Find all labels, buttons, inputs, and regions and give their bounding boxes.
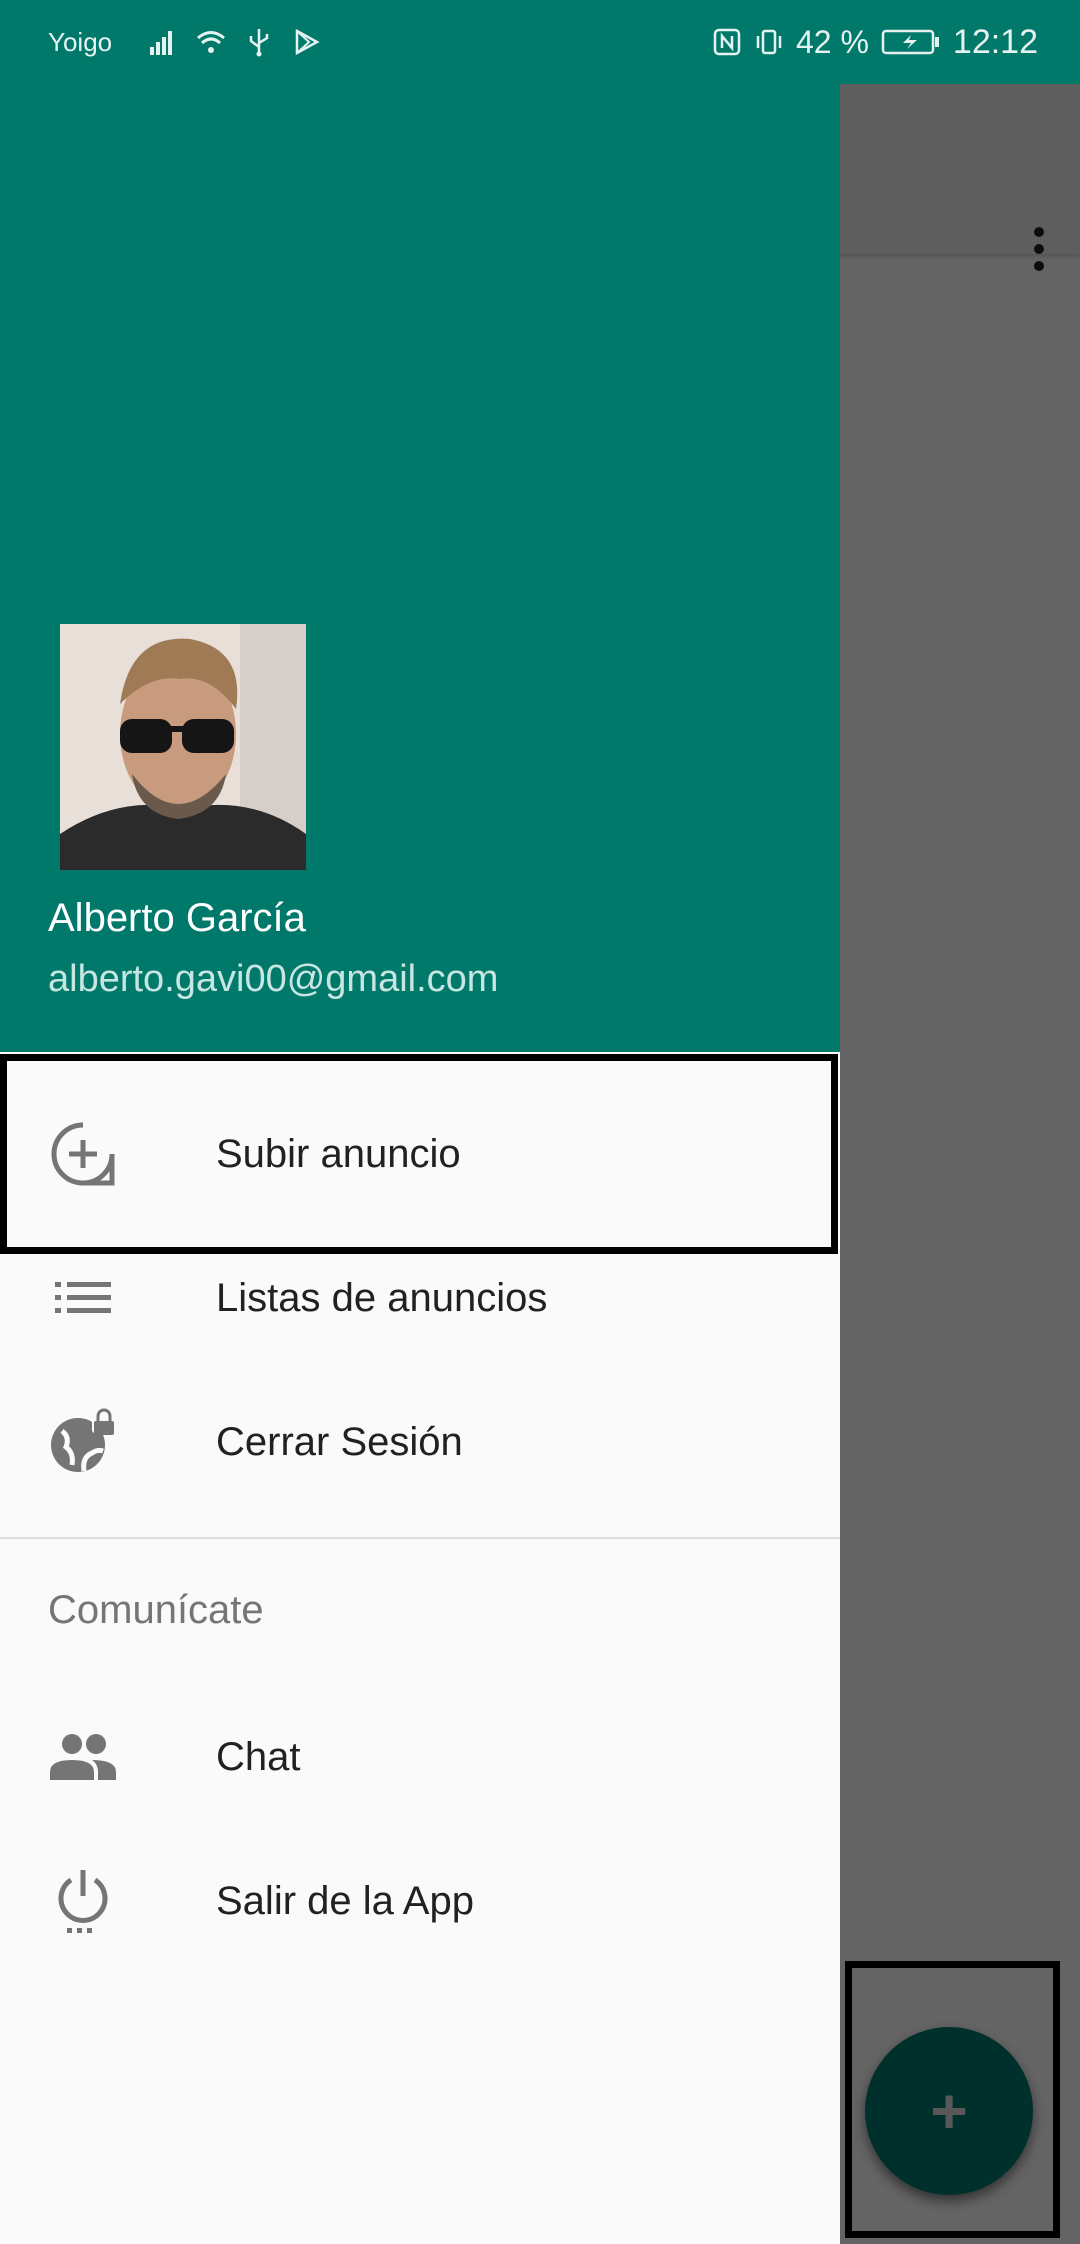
- drawer-item-chat[interactable]: Chat: [0, 1685, 840, 1829]
- nfc-icon: [713, 28, 741, 56]
- play-store-icon: [295, 28, 320, 56]
- avatar[interactable]: [60, 624, 306, 870]
- battery-percent: 42 %: [795, 23, 869, 60]
- power-icon: [48, 1866, 118, 1936]
- drawer-item-salir-de-la-app[interactable]: Salir de la App: [0, 1829, 840, 1973]
- fab-highlight-box: [845, 1961, 1060, 2238]
- drawer-item-label: Chat: [216, 1734, 301, 1779]
- selected-item-highlight-box: [0, 1054, 838, 1254]
- status-bar: Yoigo 42 % 12:12: [0, 0, 1080, 84]
- clock: 12:12: [952, 22, 1038, 61]
- navigation-drawer: Alberto García alberto.gavi00@gmail.com …: [0, 0, 840, 2244]
- drawer-item-cerrar-sesion[interactable]: Cerrar Sesión: [0, 1370, 840, 1514]
- globe-lock-icon: [48, 1407, 118, 1477]
- drawer-item-label: Salir de la App: [216, 1878, 474, 1923]
- drawer-item-listas-de-anuncios[interactable]: Listas de anuncios: [0, 1226, 840, 1370]
- section-title: Comunícate: [48, 1588, 264, 1632]
- drawer-divider: [0, 1537, 840, 1539]
- drawer-item-label: Listas de anuncios: [216, 1275, 548, 1320]
- wifi-icon: [197, 31, 226, 53]
- carrier-label: Yoigo: [48, 26, 113, 57]
- drawer-item-label: Cerrar Sesión: [216, 1419, 463, 1464]
- vibrate-icon: [756, 29, 782, 55]
- user-email: alberto.gavi00@gmail.com: [48, 958, 499, 1000]
- people-icon: [48, 1722, 118, 1792]
- usb-icon: [249, 29, 269, 57]
- list-icon: [48, 1263, 118, 1333]
- user-name: Alberto García: [48, 896, 306, 940]
- signal-icon: [150, 31, 173, 55]
- battery-charging-icon: [881, 29, 939, 55]
